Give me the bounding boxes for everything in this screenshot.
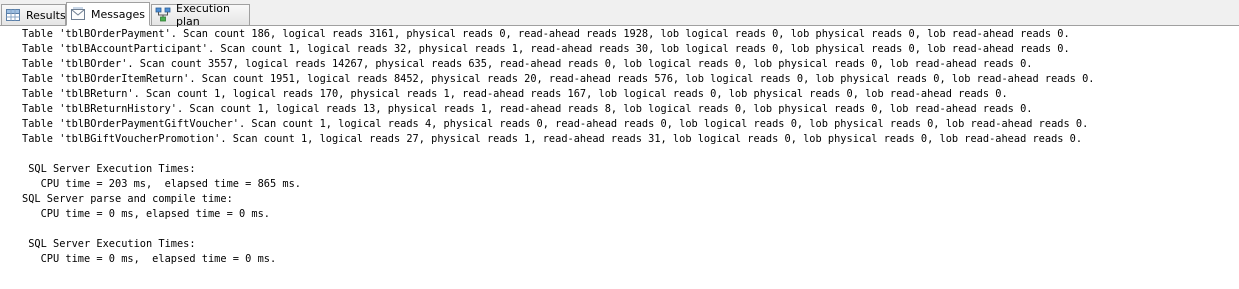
message-line: Table 'tblBOrder'. Scan count 3557, logi… xyxy=(22,58,1033,70)
message-line: Table 'tblBReturn'. Scan count 1, logica… xyxy=(22,88,1008,100)
tab-label: Messages xyxy=(91,7,145,21)
message-line: Table 'tblBOrderPaymentGiftVoucher'. Sca… xyxy=(22,118,1089,130)
grid-icon xyxy=(5,7,21,23)
message-line: SQL Server Execution Times: xyxy=(22,163,196,175)
message-line: CPU time = 203 ms, elapsed time = 865 ms… xyxy=(22,178,301,190)
message-line: Table 'tblBOrderItemReturn'. Scan count … xyxy=(22,73,1095,85)
tab-results[interactable]: Results xyxy=(1,4,66,25)
tab-messages[interactable]: Messages xyxy=(66,2,150,26)
message-line: Table 'tblBOrderPayment'. Scan count 186… xyxy=(22,28,1070,40)
message-line: SQL Server Execution Times: xyxy=(22,238,196,250)
tab-label: Results xyxy=(26,8,66,22)
messages-icon xyxy=(70,6,86,22)
message-line: ​ xyxy=(0,147,1239,162)
results-tabstrip: Results Messages Execution plan xyxy=(0,0,1239,28)
query-results-pane: Results Messages Execution plan Table 't… xyxy=(0,0,1239,289)
messages-output: Table 'tblBOrderPayment'. Scan count 186… xyxy=(0,27,1239,267)
message-line: CPU time = 0 ms, elapsed time = 0 ms. xyxy=(22,208,270,220)
message-line: SQL Server parse and compile time: xyxy=(22,193,239,205)
message-line: Table 'tblBAccountParticipant'. Scan cou… xyxy=(22,43,1070,55)
message-line: Table 'tblBGiftVoucherPromotion'. Scan c… xyxy=(22,133,1083,145)
execution-plan-icon xyxy=(155,7,171,23)
message-line: Table 'tblBReturnHistory'. Scan count 1,… xyxy=(22,103,1033,115)
message-line: ​ xyxy=(0,222,1239,237)
tab-label: Execution plan xyxy=(176,2,230,28)
message-line: CPU time = 0 ms, elapsed time = 0 ms. xyxy=(22,253,277,265)
tab-execution-plan[interactable]: Execution plan xyxy=(151,2,250,28)
messages-panel[interactable]: Table 'tblBOrderPayment'. Scan count 186… xyxy=(0,27,1239,289)
